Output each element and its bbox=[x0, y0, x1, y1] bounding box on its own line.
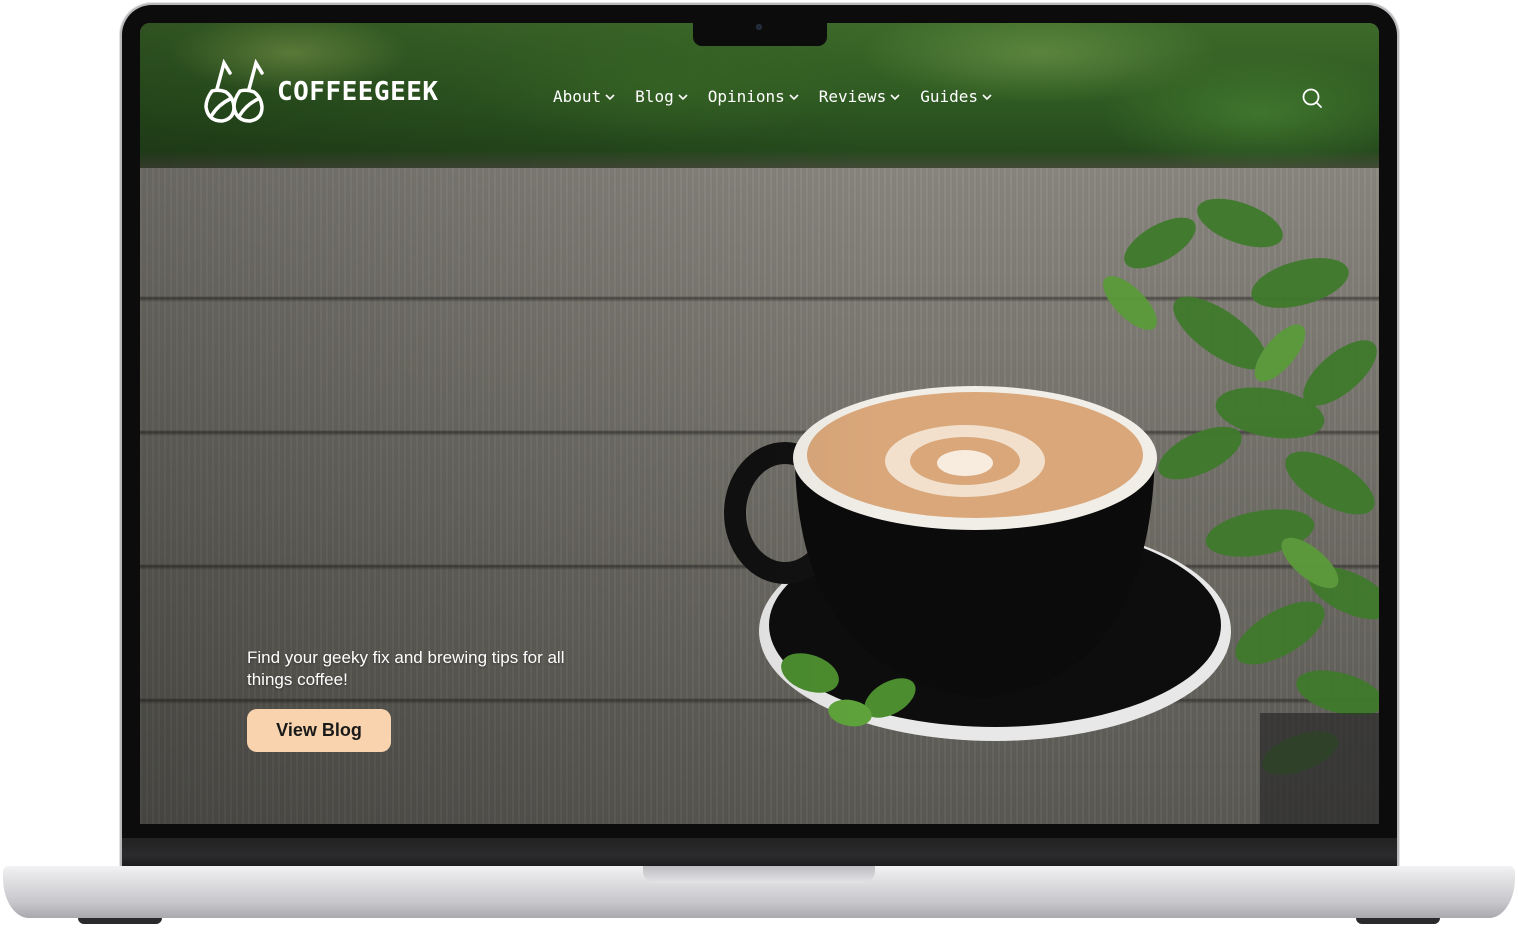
nav-item-label: Guides bbox=[920, 87, 978, 106]
chevron-down-icon bbox=[982, 93, 992, 100]
site-logo[interactable]: COFFEEGEEK bbox=[200, 59, 439, 125]
nav-item-label: Blog bbox=[635, 87, 674, 106]
coffee-beans-logo-icon bbox=[204, 59, 264, 123]
main-nav: About Blog Opinions Reviews Guides bbox=[553, 87, 992, 106]
chevron-down-icon bbox=[890, 93, 900, 100]
chevron-down-icon bbox=[678, 93, 688, 100]
nav-item-blog[interactable]: Blog bbox=[635, 87, 688, 106]
laptop-foot-right bbox=[1356, 918, 1440, 924]
search-icon[interactable] bbox=[1301, 87, 1323, 109]
chevron-down-icon bbox=[605, 93, 615, 100]
laptop-screen: COFFEEGEEK About Blog Opinions Reviews G… bbox=[140, 23, 1379, 824]
laptop-opening-notch bbox=[643, 866, 875, 883]
camera-notch bbox=[693, 23, 827, 46]
nav-item-label: About bbox=[553, 87, 602, 106]
hero-tagline: Find your geeky fix and brewing tips for… bbox=[247, 648, 565, 689]
nav-item-reviews[interactable]: Reviews bbox=[819, 87, 900, 106]
view-blog-button[interactable]: View Blog bbox=[247, 709, 391, 752]
nav-item-guides[interactable]: Guides bbox=[920, 87, 992, 106]
nav-item-label: Reviews bbox=[818, 87, 887, 106]
laptop-foot-left bbox=[78, 918, 162, 924]
nav-item-label: Opinions bbox=[707, 87, 785, 106]
chevron-down-icon bbox=[789, 93, 799, 100]
site-name: COFFEEGEEK bbox=[277, 77, 439, 107]
laptop-bezel-bottom bbox=[122, 838, 1397, 868]
camera-icon bbox=[756, 24, 762, 30]
nav-item-about[interactable]: About bbox=[553, 87, 615, 106]
nav-item-opinions[interactable]: Opinions bbox=[708, 87, 799, 106]
